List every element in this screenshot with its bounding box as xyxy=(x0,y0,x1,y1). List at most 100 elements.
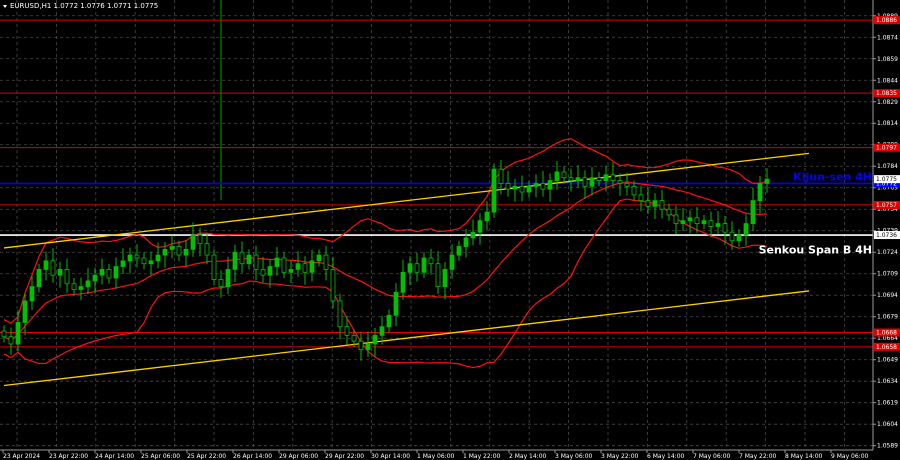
candle-body xyxy=(582,177,588,187)
price-tick-label: 1.0709 xyxy=(877,271,898,278)
price-tick-label: 1.0679 xyxy=(877,314,898,321)
candle-body xyxy=(337,300,343,328)
price-tick-label: 1.0784 xyxy=(877,163,898,170)
time-tick-label: 7 May 22:00 xyxy=(739,453,777,460)
candle-body xyxy=(687,217,693,222)
candle-body xyxy=(694,217,700,224)
candle-body xyxy=(330,269,336,302)
candle-body xyxy=(64,269,70,285)
price-tick-label: 1.0724 xyxy=(877,249,898,256)
candle-body xyxy=(575,177,581,181)
kijun-sen-label: Kijun-sen 4H xyxy=(793,170,872,183)
price-tick-label: 1.0634 xyxy=(877,378,898,385)
candle-body xyxy=(85,280,91,288)
candle-body xyxy=(288,269,294,273)
time-tick-label: 25 Apr 22:00 xyxy=(187,453,226,460)
price-tick-label: 1.0829 xyxy=(877,99,898,106)
candle-body xyxy=(260,269,266,276)
candle-body xyxy=(78,286,84,290)
candle-body xyxy=(680,220,686,224)
time-tick-label: 1 May 22:00 xyxy=(463,453,501,460)
candle-body xyxy=(113,266,119,279)
candle-body xyxy=(624,183,630,187)
candle-body xyxy=(274,257,280,267)
candle-body xyxy=(155,254,161,262)
candle-body xyxy=(246,254,252,265)
candle-body xyxy=(743,223,749,236)
candle-body xyxy=(659,200,665,210)
time-tick-label: 2 May 14:00 xyxy=(509,453,547,460)
candle-body xyxy=(757,183,763,202)
time-tick-label: 6 May 14:00 xyxy=(647,453,685,460)
chart-title: EURUSD,H1 1.0772 1.0776 1.0771 1.0775 xyxy=(3,2,158,10)
level-tag-label: 1.0736 xyxy=(876,232,897,239)
candle-body xyxy=(596,177,602,181)
candle-body xyxy=(589,177,595,187)
time-tick-label: 30 Apr 14:00 xyxy=(371,453,410,460)
candle-body xyxy=(393,291,399,316)
candle-body xyxy=(183,248,189,256)
candle-body xyxy=(43,260,49,270)
candle-body xyxy=(428,257,434,265)
candle-body xyxy=(470,231,476,239)
candle-body xyxy=(400,271,406,293)
candle-body xyxy=(764,178,770,184)
candle-body xyxy=(729,231,735,242)
price-tick-label: 1.0859 xyxy=(877,56,898,63)
candle-body xyxy=(204,243,210,256)
candle-body xyxy=(498,168,504,184)
candle-body xyxy=(708,220,714,227)
time-tick-label: 23 Apr 2024 xyxy=(3,453,40,460)
price-tick-label: 1.0649 xyxy=(877,357,898,364)
candle-body xyxy=(666,208,672,216)
candle-body xyxy=(232,251,238,270)
candle-body xyxy=(491,168,497,213)
candle-body xyxy=(379,326,385,336)
time-tick-label: 9 May 06:00 xyxy=(831,453,869,460)
candle-body xyxy=(365,343,371,351)
candle-body xyxy=(29,286,35,302)
candle-body xyxy=(302,263,308,273)
candle-body xyxy=(603,174,609,181)
candle-body xyxy=(211,254,217,280)
candle-body xyxy=(631,185,637,196)
candle-body xyxy=(169,246,175,250)
price-tick-label: 1.0589 xyxy=(877,443,898,450)
candle-body xyxy=(351,334,357,342)
candle-body xyxy=(638,194,644,202)
candle-body xyxy=(463,237,469,247)
candle-body xyxy=(540,183,546,190)
candle-body xyxy=(701,220,707,224)
candle-body xyxy=(414,263,420,273)
price-tick-label: 1.0844 xyxy=(877,77,898,84)
senkou-span-b-label: Senkou Span B 4H xyxy=(759,243,872,256)
candle-body xyxy=(134,254,140,259)
candle-body xyxy=(225,269,231,288)
candle-body xyxy=(141,257,147,265)
candle-body xyxy=(197,234,203,245)
candle-body xyxy=(715,223,721,227)
level-tag-label: 1.0658 xyxy=(876,344,897,351)
candle-body xyxy=(554,171,560,181)
time-tick-label: 23 Apr 22:00 xyxy=(49,453,88,460)
candle-body xyxy=(477,220,483,233)
time-tick-label: 7 May 06:00 xyxy=(693,453,731,460)
candle-body xyxy=(750,200,756,224)
price-tick-label: 1.0604 xyxy=(877,421,898,428)
candle-body xyxy=(22,300,28,323)
candle-body xyxy=(344,326,350,336)
time-tick-label: 3 May 06:00 xyxy=(555,453,593,460)
candle-body xyxy=(1,330,7,338)
candle-body xyxy=(267,266,273,276)
candle-body xyxy=(106,269,112,279)
candle-body xyxy=(617,180,623,184)
candle-body xyxy=(435,263,441,288)
candle-body xyxy=(99,269,105,276)
time-tick-label: 3 May 22:00 xyxy=(601,453,639,460)
price-chart[interactable]: Kijun-sen 4HSenkou Span B 4H 1.08891.087… xyxy=(0,0,900,460)
price-tick-label: 1.0814 xyxy=(877,120,898,127)
candle-body xyxy=(547,180,553,190)
candle-body xyxy=(148,260,154,265)
time-tick-label: 29 Apr 06:00 xyxy=(279,453,318,460)
candle-body xyxy=(15,322,21,345)
